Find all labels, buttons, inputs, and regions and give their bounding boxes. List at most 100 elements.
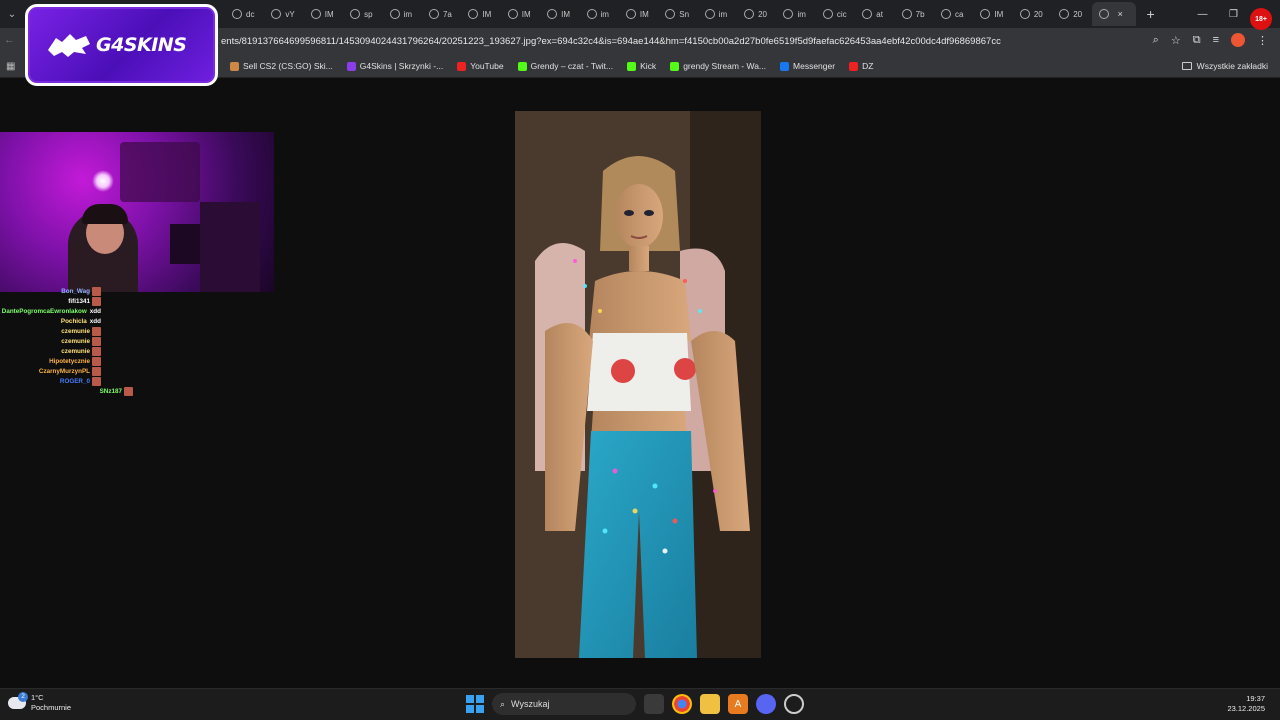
extensions-icon[interactable]: ⧉ [1193,34,1201,47]
webcam-feed [0,132,274,292]
webcam-shelf [120,142,200,202]
browser-tab[interactable]: im [776,2,815,26]
bookmark-item[interactable]: Messenger [780,61,835,71]
system-clock[interactable]: 19:37 23.12.2025 [1227,694,1265,714]
bookmark-favicon-icon [670,61,680,71]
chat-username: czemunie [61,327,90,335]
app-ring-icon[interactable] [784,694,804,714]
bookmark-item[interactable]: Sell CS2 (CS:GO) Ski... [230,61,333,71]
tab-label: dc [246,9,255,19]
tab-label: Sn [679,9,690,19]
bookmark-item[interactable]: Grendy – czat - Twit... [517,61,614,71]
bookmark-label: Grendy – czat - Twit... [530,61,614,71]
tab-favicon-icon [783,9,794,19]
browser-tab[interactable]: Sn [658,2,697,26]
tab-search-chevron-icon[interactable]: ⌄ [1,3,23,25]
emote-icon [92,296,101,306]
bookmark-item[interactable]: DZ [849,61,873,71]
tab-favicon-icon [310,9,321,19]
tab-label: IM [521,9,531,19]
browser-tab[interactable]: at [855,2,894,26]
task-view-icon[interactable] [644,694,664,714]
zoom-icon[interactable]: ⌕ [1153,34,1159,47]
tab-label: im [718,9,728,19]
all-bookmarks-button[interactable]: Wszystkie zakładki [1181,61,1268,71]
taskbar-search[interactable]: ⌕ Wyszukaj [492,693,636,715]
weather-widget[interactable]: 2 1°C Pochmurnie [8,692,71,713]
url-field[interactable]: ents/819137664699596811/1453094024431796… [221,36,1001,47]
browser-tab[interactable]: 7a [422,2,461,26]
restore-button[interactable]: ❐ [1218,9,1249,20]
tab-label: 20 [1033,9,1043,19]
tab-favicon-icon [507,9,518,19]
browser-tab[interactable]: im [383,2,422,26]
browser-tab[interactable]: dc [225,2,264,26]
tab-favicon-icon [389,9,400,19]
media-controls-icon[interactable]: ≡ [1213,34,1219,46]
tab-label: IM [561,9,571,19]
tab-label: at [876,9,883,19]
bookmark-label: YouTube [470,61,504,71]
tab-label: 20 [758,9,767,19]
bookmark-item[interactable]: grendy Stream - Wa... [670,61,766,71]
clock-time: 19:37 [1246,694,1265,703]
browser-tab[interactable]: 20 [737,2,776,26]
bookmark-favicon-icon [517,61,527,71]
bookmark-item[interactable]: Kick [627,61,656,71]
browser-tab[interactable]: cic [816,2,855,26]
chat-message: CzarnyMurzynPL [0,366,101,376]
browser-tab[interactable]: sp [343,2,382,26]
browser-tab[interactable]: 20 [1013,2,1052,26]
discord-icon[interactable] [756,694,776,714]
bookmark-label: DZ [862,61,874,71]
browser-tab[interactable]: IM [619,2,658,26]
tab-list: dc vY IM sp im 7a IM IM IM im IM Sn im 20 im cic at 7b ca I… [225,2,1160,26]
browser-tab[interactable]: ca [934,2,973,26]
tab-label: im [403,9,413,19]
browser-tab[interactable]: 7b [895,2,934,26]
bookmark-item[interactable]: G4Skins | Skrzynki -... [346,61,443,71]
active-tab[interactable]: × [1091,2,1136,26]
browser-tab[interactable]: IM [501,2,540,26]
tab-favicon-icon [744,9,755,19]
bookmark-item[interactable]: YouTube [457,61,504,71]
tab-close-icon[interactable]: × [1118,9,1123,19]
browser-tab[interactable]: IM [973,2,1012,26]
back-arrow-icon[interactable]: ← [4,34,15,46]
browser-tab[interactable]: IM [461,2,500,26]
bookmark-list: Sell CS2 (CS:GO) Ski... G4Skins | Skrzynk… [230,61,873,71]
tab-favicon-icon [704,9,715,19]
browser-tab[interactable]: im [698,2,737,26]
start-button[interactable] [466,695,484,713]
chat-text: xdd [89,317,101,325]
browser-menu-icon[interactable]: ⋮ [1257,34,1268,47]
browser-tab[interactable]: im [580,2,619,26]
tab-favicon-icon [547,9,558,19]
tab-favicon-icon [822,9,833,19]
chat-username: fifi1341 [68,297,90,305]
profile-avatar[interactable]: 18+ [1250,8,1272,30]
bookmark-favicon-icon [230,61,239,71]
app-a-icon[interactable]: A [728,694,748,714]
bookmark-label: Kick [640,61,657,71]
tab-label: sp [364,9,373,19]
chat-message: Bon_Wag [0,286,101,296]
browser-tab[interactable]: 20 [1052,2,1091,26]
minimize-button[interactable]: — [1187,9,1218,20]
chat-message: ROGER_0 [0,376,101,386]
extension-badge-icon[interactable] [1231,33,1245,47]
apps-grid-icon[interactable]: ▦ [6,61,15,72]
bookmark-star-icon[interactable]: ☆ [1171,34,1181,47]
browser-tab[interactable]: IM [540,2,579,26]
tab-favicon-icon [625,9,636,19]
browser-tab[interactable]: vY [264,2,303,26]
emote-icon [92,336,101,346]
tab-favicon-icon [1098,9,1109,19]
tab-label: vY [285,9,295,19]
browser-tab[interactable]: IM [304,2,343,26]
tab-favicon-icon [901,9,912,19]
chrome-icon[interactable] [672,694,692,714]
tab-label: cic [836,9,847,19]
file-explorer-icon[interactable] [700,694,720,714]
new-tab-button[interactable]: + [1142,6,1160,22]
